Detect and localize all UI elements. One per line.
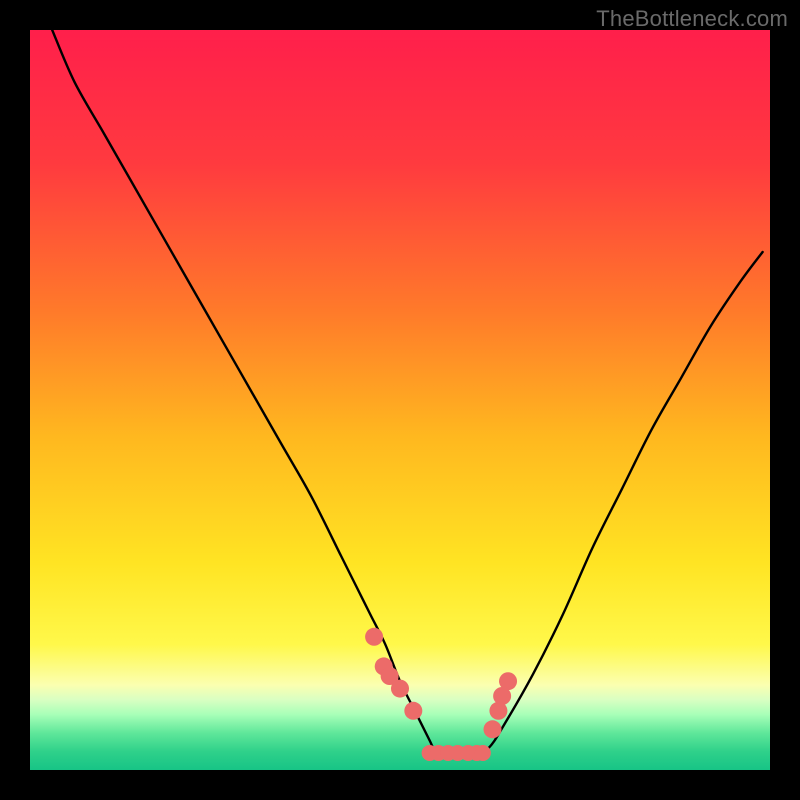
marker-dot [475,745,491,761]
marker-dot [484,720,502,738]
marker-dot [365,628,383,646]
bottleneck-plot [0,0,800,800]
marker-dot [391,680,409,698]
marker-dot [499,672,517,690]
watermark-label: TheBottleneck.com [596,6,788,32]
marker-dot [404,702,422,720]
plot-background [30,30,770,770]
flat-markers [422,745,491,761]
chart-frame: TheBottleneck.com [0,0,800,800]
